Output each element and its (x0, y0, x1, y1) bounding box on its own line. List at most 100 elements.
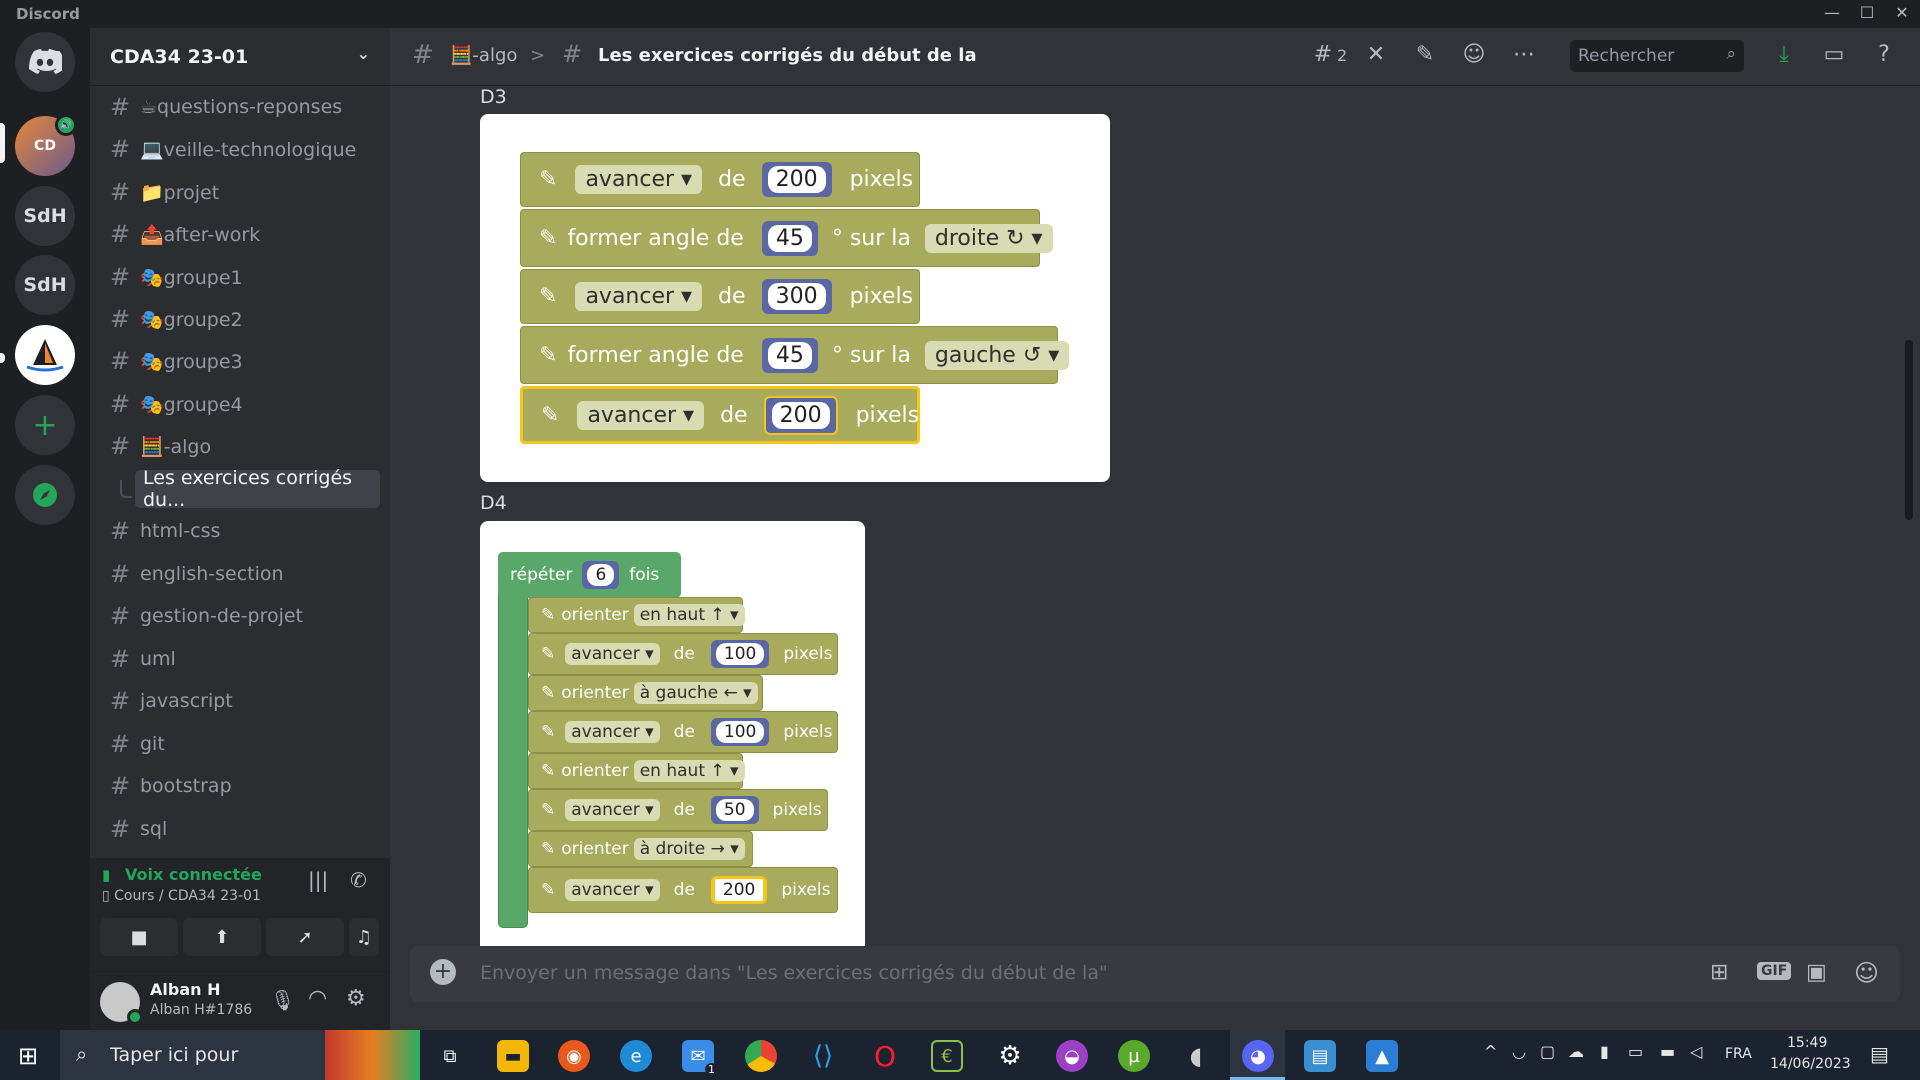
channel-after-work[interactable]: # 📤after-work (98, 215, 380, 253)
maximize-icon[interactable]: ☐ (1852, 0, 1882, 28)
help-icon[interactable]: ? (1868, 42, 1900, 72)
block-text: gauche ↺ (934, 342, 1042, 368)
soundboard-button[interactable]: ♫ (349, 918, 379, 956)
mute-notifications-icon[interactable]: ✕ (1360, 42, 1392, 72)
photos-icon[interactable]: ▲ (1366, 1040, 1398, 1072)
battery-icon[interactable]: ▬ (1660, 1042, 1675, 1061)
discord-home-button[interactable] (15, 32, 75, 92)
channel-git[interactable]: # git (98, 725, 380, 763)
channel-sql[interactable]: # sql (98, 810, 380, 848)
message-composer[interactable]: + Envoyer un message dans "Les exercices… (410, 946, 1900, 1002)
windows-start-icon[interactable]: ⊞ (18, 1042, 38, 1070)
channel-groupe2[interactable]: # 🎭groupe2 (98, 300, 380, 338)
channel-groupe1[interactable]: # 🎭groupe1 (98, 258, 380, 296)
sailboat-server-icon[interactable] (15, 325, 75, 385)
channel-veille-technologique[interactable]: # 💻veille-technologique (98, 130, 380, 168)
add-server-icon[interactable]: + (15, 395, 75, 455)
sticker-icon[interactable]: ▣ (1806, 960, 1827, 985)
explore-compass-icon[interactable] (15, 465, 75, 525)
user-name[interactable]: Alban H (150, 980, 220, 999)
channel-bootstrap[interactable]: # bootstrap (98, 767, 380, 805)
channel-uml[interactable]: # uml (98, 640, 380, 678)
more-options-icon[interactable]: ⋯ (1508, 42, 1540, 72)
download-icon[interactable]: ⤓ (1768, 42, 1800, 72)
inbox-icon[interactable]: ▭ (1818, 42, 1850, 72)
microphone-icon[interactable]: 🎙 (270, 988, 295, 1012)
camera-button[interactable]: ■ (100, 918, 178, 956)
notifications-icon[interactable]: ▤ (1870, 1042, 1889, 1066)
mail-icon[interactable]: ✉ 1 (682, 1040, 718, 1076)
pin-icon[interactable]: ✎ (1409, 42, 1441, 72)
breadcrumb-separator: > (530, 45, 546, 66)
activities-button[interactable]: ➚ (266, 918, 344, 956)
parent-channel-link[interactable]: 🧮-algo (450, 45, 517, 66)
settings-gear-icon[interactable]: ⚙ (346, 986, 366, 1011)
noise-suppression-icon[interactable]: ||| (308, 868, 328, 892)
channel-groupe4[interactable]: # 🎭groupe4 (98, 385, 380, 423)
channel-groupe3[interactable]: # 🎭groupe3 (98, 342, 380, 380)
file-explorer-icon[interactable]: ▬ (497, 1040, 529, 1072)
thread-exercices-corriges[interactable]: Les exercices corrigés du... (135, 467, 380, 511)
gif-button[interactable]: GIF (1757, 962, 1792, 980)
search-input[interactable]: Rechercher ⌕ (1570, 40, 1744, 72)
minimize-icon[interactable]: — (1817, 0, 1847, 28)
chrome-icon[interactable] (745, 1040, 777, 1072)
firefox-icon[interactable]: ◉ (558, 1040, 590, 1072)
server-sdh-2[interactable]: SdH (15, 255, 75, 315)
channel-projet[interactable]: # 📁projet (98, 173, 380, 211)
app-mask-icon[interactable]: ◒ (1056, 1040, 1088, 1072)
edge-icon[interactable]: e (620, 1040, 652, 1072)
gift-icon[interactable]: ⊞ (1710, 960, 1728, 985)
app-leaf-icon[interactable]: ◖ (1180, 1040, 1212, 1072)
image-attachment-d4[interactable]: répéter 6 fois ✎ orienter en haut ↑ ▾ ✎ ava… (480, 521, 865, 946)
emoji-icon[interactable]: ☺ (1854, 959, 1879, 987)
onedrive-icon[interactable]: ☁ (1568, 1042, 1584, 1061)
headphones-icon[interactable]: ◠ (308, 986, 327, 1011)
disconnect-call-icon[interactable]: ✆ (350, 868, 367, 892)
app-window-icon[interactable]: ▤ (1304, 1040, 1336, 1072)
server-cda34-avatar[interactable]: CD 🔊 (15, 114, 77, 176)
opera-icon[interactable]: O (869, 1040, 901, 1073)
server-sdh-1[interactable]: SdH (15, 186, 75, 246)
channel-questions-reponses[interactable]: # ☕questions-reponses (98, 88, 380, 126)
voice-status[interactable]: Voix connectée (125, 865, 262, 884)
volume-icon[interactable]: ◁ (1690, 1042, 1702, 1061)
language-indicator[interactable]: FRA (1725, 1046, 1752, 1062)
display-icon[interactable]: ▭ (1628, 1042, 1643, 1061)
active-server-pill (0, 123, 5, 163)
task-view-icon[interactable]: ⧉ (434, 1040, 466, 1072)
close-icon[interactable]: ✕ (1887, 0, 1917, 28)
channel-algo[interactable]: # 🧮-algo (98, 427, 380, 465)
taskbar-search[interactable]: ⌕ Taper ici pour (60, 1030, 420, 1080)
channel-gestion-de-projet[interactable]: # gestion-de-projet (98, 597, 380, 635)
hash-icon: # (110, 815, 131, 843)
channel-javascript[interactable]: # javascript (98, 682, 380, 720)
server-sdh-1-label: SdH (23, 205, 67, 227)
microphone-icon[interactable]: ▮ (1600, 1042, 1609, 1061)
guild-header[interactable]: CDA34 23-01 ⌄ (90, 28, 390, 86)
utorrent-icon[interactable]: µ (1118, 1040, 1150, 1072)
app-icon-e[interactable]: € (931, 1040, 963, 1072)
add-server-label: + (32, 407, 58, 443)
members-icon[interactable]: ☺ (1458, 42, 1490, 72)
block-text: à gauche ← (639, 683, 738, 703)
attach-plus-icon[interactable]: + (430, 959, 456, 985)
voice-location[interactable]: ▯ Cours / CDA34 23-01 (102, 888, 261, 904)
discord-taskbar-active[interactable]: ◕ (1230, 1030, 1285, 1080)
screen-share-button[interactable]: ⬆ (183, 918, 261, 956)
thread-icon: # (562, 40, 583, 68)
image-attachment-d3[interactable]: ✎ avancer ▾ de 200 pixels ✎ former angle… (480, 114, 1110, 482)
channel-english-section[interactable]: # english-section (98, 555, 380, 593)
clock-date[interactable]: 14/06/2023 (1770, 1056, 1851, 1072)
message-scrollbar[interactable] (1905, 340, 1913, 520)
clock-time[interactable]: 15:49 (1787, 1035, 1827, 1051)
threads-icon[interactable]: # (1307, 42, 1339, 72)
tray-app-icon[interactable]: ▢ (1540, 1042, 1555, 1061)
settings-gear-icon[interactable]: ⚙ (994, 1040, 1026, 1072)
avatar[interactable] (100, 982, 143, 1025)
tray-chevron-icon[interactable]: ^ (1484, 1042, 1497, 1061)
block-text: en haut ↑ (639, 605, 725, 625)
vscode-icon[interactable]: ⟨⟩ (807, 1040, 839, 1072)
network-icon[interactable]: ◡ (1512, 1042, 1526, 1061)
channel-html-css[interactable]: # html-css (98, 512, 380, 550)
